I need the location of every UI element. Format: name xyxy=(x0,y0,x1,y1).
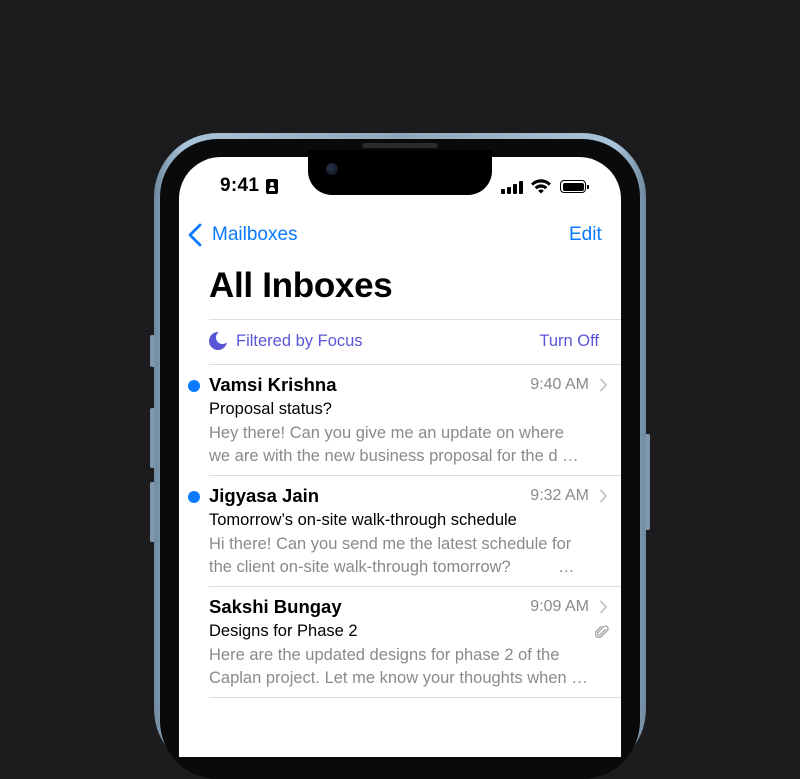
message-preview-line: we are with the new business proposal fo… xyxy=(209,446,579,465)
page-title: All Inboxes xyxy=(209,266,393,305)
volume-up-button xyxy=(150,408,155,468)
message-preview-line: Caplan project. Let me know your thought… xyxy=(209,668,588,687)
message-preview-text: the client on-site walk-through tomorrow… xyxy=(209,557,511,576)
divider xyxy=(209,319,621,320)
message-time: 9:32 AM xyxy=(530,487,589,504)
signal-icon xyxy=(501,180,525,194)
action-button xyxy=(150,335,155,367)
message-subject: Tomorrow’s on-site walk-through schedule xyxy=(209,511,517,529)
chevron-right-icon xyxy=(600,489,607,503)
id-card-icon xyxy=(266,179,278,194)
speaker-grille xyxy=(362,143,438,148)
chevron-right-icon xyxy=(600,600,607,614)
chevron-left-icon xyxy=(188,223,202,247)
message-row[interactable]: Vamsi Krishna 9:40 AM Proposal status? H… xyxy=(179,365,621,475)
turn-off-button[interactable]: Turn Off xyxy=(539,332,599,351)
message-preview-ellipsis: … xyxy=(558,557,575,576)
status-time: 9:41 xyxy=(220,175,260,196)
battery-icon xyxy=(560,180,589,193)
edit-button[interactable]: Edit xyxy=(569,224,602,246)
message-subject: Designs for Phase 2 xyxy=(209,622,358,640)
message-preview-line: Hey there! Can you give me an update on … xyxy=(209,424,564,442)
message-row[interactable]: Sakshi Bungay 9:09 AM Designs for Phase … xyxy=(179,587,621,697)
message-preview: Here are the updated designs for phase 2… xyxy=(209,644,591,689)
message-sender: Vamsi Krishna xyxy=(209,374,337,395)
power-button xyxy=(645,434,650,530)
unread-indicator xyxy=(188,380,200,392)
message-subject: Proposal status? xyxy=(209,400,332,418)
chevron-right-icon xyxy=(600,378,607,392)
moon-icon xyxy=(209,331,229,350)
volume-down-button xyxy=(150,482,155,542)
message-row[interactable]: Jigyasa Jain 9:32 AM Tomorrow’s on-site … xyxy=(179,476,621,586)
back-label: Mailboxes xyxy=(212,224,298,245)
divider xyxy=(209,697,621,698)
message-preview-line: Here are the updated designs for phase 2… xyxy=(209,646,560,664)
message-time: 9:40 AM xyxy=(530,376,589,393)
message-preview-line: Hi there! Can you send me the latest sch… xyxy=(209,535,572,553)
focus-filter-label: Filtered by Focus xyxy=(236,332,363,350)
paperclip-icon xyxy=(595,625,609,639)
back-button[interactable]: Mailboxes xyxy=(186,222,298,248)
message-time: 9:09 AM xyxy=(530,598,589,615)
front-camera xyxy=(326,163,338,175)
message-sender: Sakshi Bungay xyxy=(209,596,342,617)
message-sender: Jigyasa Jain xyxy=(209,485,320,506)
message-preview: Hey there! Can you give me an update on … xyxy=(209,422,591,467)
unread-indicator xyxy=(188,491,200,503)
message-preview: Hi there! Can you send me the latest sch… xyxy=(209,533,591,578)
wifi-icon xyxy=(531,179,551,194)
focus-filter-row: Filtered by Focus Turn Off xyxy=(209,330,599,354)
message-preview-line: the client on-site walk-through tomorrow… xyxy=(209,556,591,579)
